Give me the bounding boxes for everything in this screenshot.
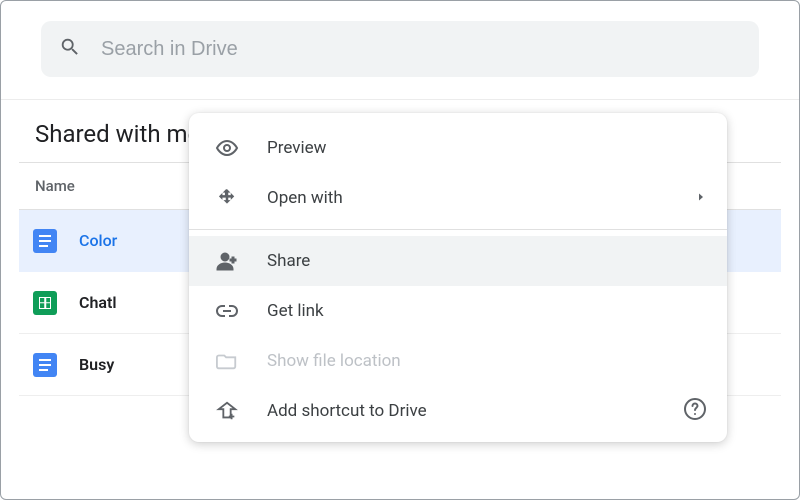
move-arrows-icon xyxy=(215,188,239,208)
menu-item-label: Add shortcut to Drive xyxy=(267,401,427,421)
search-input[interactable] xyxy=(99,37,741,62)
file-name: Chatl xyxy=(79,293,117,312)
menu-item-add-shortcut[interactable]: Add shortcut to Drive xyxy=(189,386,727,436)
person-add-icon xyxy=(215,249,239,273)
chevron-right-icon xyxy=(695,188,707,208)
context-menu: Preview Open with Share Get link xyxy=(189,113,727,442)
menu-item-label: Show file location xyxy=(267,351,401,371)
menu-item-label: Preview xyxy=(267,138,326,158)
menu-item-preview[interactable]: Preview xyxy=(189,123,727,173)
eye-icon xyxy=(215,136,239,160)
menu-item-show-location: Show file location xyxy=(189,336,727,386)
searchbar-container xyxy=(1,1,799,100)
menu-item-open-with[interactable]: Open with xyxy=(189,173,727,223)
link-icon xyxy=(215,299,239,323)
menu-item-get-link[interactable]: Get link xyxy=(189,286,727,336)
docs-icon xyxy=(33,353,57,377)
search-icon xyxy=(59,36,81,62)
searchbar[interactable] xyxy=(41,21,759,77)
menu-item-label: Share xyxy=(267,251,310,271)
file-name: Color xyxy=(79,231,117,250)
help-icon[interactable] xyxy=(683,397,707,426)
app-window: Shared with me Name Color Chatl Busy Pre… xyxy=(0,0,800,500)
menu-item-label: Get link xyxy=(267,301,324,321)
shortcut-icon xyxy=(215,400,239,422)
menu-separator xyxy=(189,229,727,230)
folder-icon xyxy=(215,350,239,372)
menu-item-share[interactable]: Share xyxy=(189,236,727,286)
docs-icon xyxy=(33,229,57,253)
menu-item-label: Open with xyxy=(267,188,343,208)
file-name: Busy xyxy=(79,355,114,374)
sheets-icon xyxy=(33,291,57,315)
